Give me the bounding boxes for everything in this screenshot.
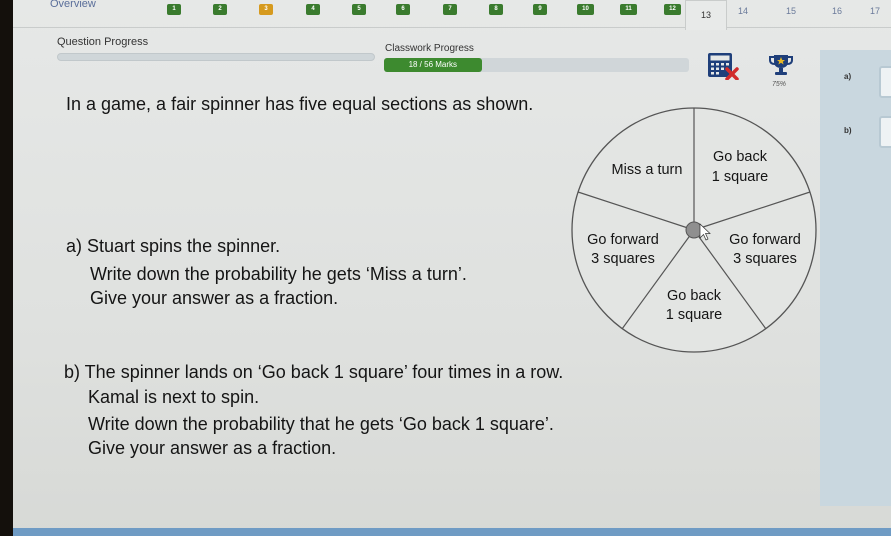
question-nav-15[interactable]: 15 <box>786 6 796 16</box>
question-nav-1[interactable]: 1 <box>167 4 181 15</box>
part-a-line-1: a) Stuart spins the spinner. <box>66 236 281 256</box>
question-intro: In a game, a fair spinner has five equal… <box>66 94 534 114</box>
question-nav-6[interactable]: 6 <box>396 4 410 15</box>
trophy-icon[interactable] <box>768 53 794 77</box>
bottom-bar <box>13 528 891 536</box>
classwork-progress-fill: 18 / 56 Marks <box>384 58 482 72</box>
classwork-progress-bar: 18 / 56 Marks <box>384 58 689 72</box>
screen-bezel <box>0 0 13 536</box>
part-a-line-3: Give your answer as a fraction. <box>90 288 339 308</box>
spinner-section-2-line-1: Go forward <box>729 232 801 248</box>
question-nav-3[interactable]: 3 <box>259 4 273 15</box>
calculator-not-allowed-icon[interactable] <box>707 52 739 80</box>
classwork-progress-label: Classwork Progress <box>385 43 474 54</box>
spinner-section-2-line-2: 3 squares <box>733 251 797 267</box>
spinner-section-5-line-1: Miss a turn <box>612 162 683 178</box>
part-b-line-2: Kamal is next to spin. <box>88 387 260 407</box>
question-nav-13[interactable]: 13 <box>685 0 727 30</box>
answer-a-label: a) <box>844 72 852 81</box>
part-b-line-1: b) The spinner lands on ‘Go back 1 squar… <box>64 362 564 382</box>
answer-b-label: b) <box>844 126 852 135</box>
question-nav-9[interactable]: 9 <box>533 4 547 15</box>
question-nav-11[interactable]: 11 <box>620 4 637 15</box>
part-a-line-2: Write down the probability he gets ‘Miss… <box>90 264 467 284</box>
spinner-section-1-line-1: Go back <box>713 149 768 165</box>
question-nav-4[interactable]: 4 <box>306 4 320 15</box>
part-b-line-4: Give your answer as a fraction. <box>88 438 337 458</box>
question-nav: Overview 1 2 3 4 5 6 7 8 9 10 11 12 13 14 15 16 17 <box>13 0 891 30</box>
part-b-line-3: Write down the probability that he gets … <box>88 414 554 434</box>
question-nav-8[interactable]: 8 <box>489 4 503 15</box>
question-progress-bar <box>57 53 375 61</box>
answer-b-input[interactable] <box>879 116 891 148</box>
trophy-percentage: 75% <box>772 81 787 88</box>
question-progress-label: Question Progress <box>57 36 149 48</box>
question-nav-12[interactable]: 12 <box>664 4 681 15</box>
question-nav-16[interactable]: 16 <box>832 6 842 16</box>
spinner-section-3-line-2: 1 square <box>666 307 722 323</box>
question-nav-2[interactable]: 2 <box>213 4 227 15</box>
spinner-section-3-line-1: Go back <box>667 288 722 304</box>
question-nav-17[interactable]: 17 <box>870 6 880 16</box>
answer-a-input[interactable] <box>879 66 891 98</box>
spinner-hub <box>685 221 703 239</box>
question-nav-7[interactable]: 7 <box>443 4 457 15</box>
answer-panel: a) b) <box>820 50 891 506</box>
spinner-diagram: Go back 1 square Go forward 3 squares Go… <box>571 107 817 353</box>
question-nav-10[interactable]: 10 <box>577 4 594 15</box>
spinner-section-4-line-2: 3 squares <box>591 251 655 267</box>
question-nav-5[interactable]: 5 <box>352 4 366 15</box>
spinner-section-1-line-2: 1 square <box>712 169 768 185</box>
question-nav-14[interactable]: 14 <box>738 6 748 16</box>
overview-link[interactable]: Overview <box>50 0 96 10</box>
spinner-section-4-line-1: Go forward <box>587 232 659 248</box>
